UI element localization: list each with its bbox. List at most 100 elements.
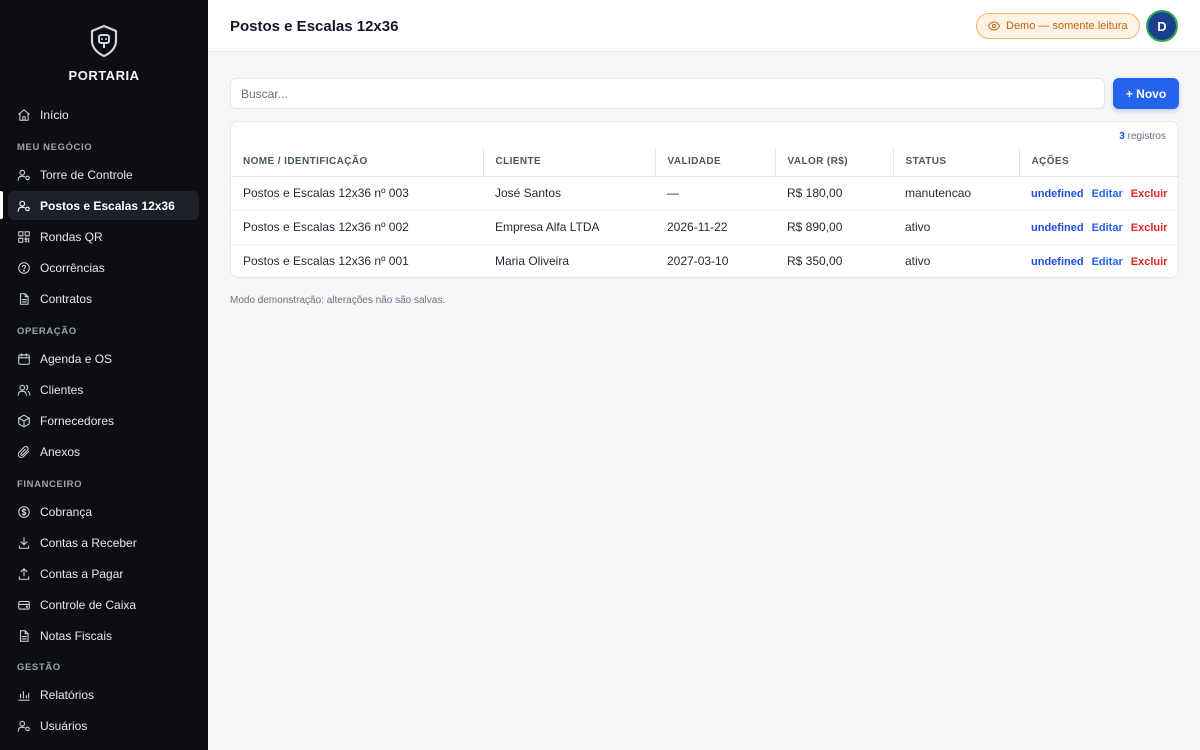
sidebar-item-label: Contas a Pagar <box>40 566 124 581</box>
sidebar-item-contas-a-pagar[interactable]: Contas a Pagar <box>8 559 199 588</box>
brand-name: PORTARIA <box>68 68 140 83</box>
user-gear-icon <box>17 199 31 213</box>
users-icon <box>17 383 31 397</box>
cell-status: ativo <box>905 254 931 269</box>
sidebar-item-label: Relatórios <box>40 687 95 702</box>
demo-badge-label: Demo — somente leitura <box>1006 20 1128 32</box>
cell-actions: undefined Editar Excluir <box>1019 244 1178 277</box>
sidebar-item-fornecedores[interactable]: Fornecedores <box>8 406 199 435</box>
sidebar-item-label: Início <box>40 107 69 122</box>
sidebar-item-label: Postos e Escalas 12x36 <box>40 198 175 213</box>
demo-mode-note: Modo demonstração: alterações não são sa… <box>230 295 446 306</box>
record-count-number: 3 <box>1119 131 1125 142</box>
column-header-value[interactable]: VALOR (R$) <box>775 148 894 177</box>
top-header: Postos e Escalas 12x36 Demo — somente le… <box>208 0 1200 52</box>
delete-link[interactable]: Excluir <box>1131 188 1168 200</box>
column-header-validity[interactable]: VALIDADE <box>655 148 776 177</box>
sidebar-item-label: Anexos <box>40 444 81 459</box>
record-count-label: registros <box>1127 131 1166 142</box>
cell-name: Postos e Escalas 12x36 nº 003 <box>231 176 483 211</box>
sidebar-item-label: Agenda e OS <box>40 351 113 366</box>
sidebar-item-agenda-e-os[interactable]: Agenda e OS <box>8 344 199 373</box>
edit-link[interactable]: Editar <box>1092 222 1123 234</box>
cell-name: Postos e Escalas 12x36 nº 002 <box>231 210 483 245</box>
sidebar-item-label: Contas a Receber <box>40 535 137 550</box>
shield-logo-icon <box>90 24 118 58</box>
column-header-client[interactable]: CLIENTE <box>483 148 656 177</box>
sidebar-item-postos-e-escalas[interactable]: Postos e Escalas 12x36 <box>8 191 199 220</box>
section-title-financeiro: FINANCEIRO <box>17 479 83 490</box>
upload-icon <box>17 567 31 581</box>
brand: PORTARIA <box>0 24 208 83</box>
cell-validity: 2027-03-10 <box>667 254 729 269</box>
sidebar-item-label: Torre de Controle <box>40 167 133 182</box>
edit-link[interactable]: Editar <box>1092 188 1123 200</box>
sidebar-item-cobranca[interactable]: Cobrança <box>8 497 199 526</box>
document-icon <box>17 629 31 643</box>
sidebar-item-clientes[interactable]: Clientes <box>8 375 199 404</box>
sidebar-item-label: Controle de Caixa <box>40 597 137 612</box>
section-title-gestao: GESTÃO <box>17 662 61 673</box>
table-row: Postos e Escalas 12x36 nº 003 José Santo… <box>231 176 1178 211</box>
table-row: Postos e Escalas 12x36 nº 001 Maria Oliv… <box>231 244 1178 277</box>
sidebar-item-usuarios[interactable]: Usuários <box>8 711 199 740</box>
sidebar-item-notas-fiscais[interactable]: Notas Fiscais <box>8 621 199 650</box>
sidebar-item-label: Usuários <box>40 718 88 733</box>
sidebar-item-contratos[interactable]: Contratos <box>8 284 199 313</box>
column-header-actions: AÇÕES <box>1019 148 1178 177</box>
delete-link[interactable]: Excluir <box>1131 222 1168 234</box>
view-link[interactable]: undefined <box>1031 256 1084 268</box>
user-gear-icon <box>17 168 31 182</box>
cell-value: R$ 180,00 <box>775 176 893 211</box>
bar-chart-icon <box>17 688 31 702</box>
sidebar-item-rondas-qr[interactable]: Rondas QR <box>8 222 199 251</box>
download-icon <box>17 536 31 550</box>
sidebar-item-inicio[interactable]: Início <box>8 100 199 129</box>
cell-validity: — <box>655 176 775 211</box>
new-button[interactable]: + Novo <box>1113 78 1179 109</box>
record-count: 3 registros <box>1119 131 1166 142</box>
column-header-name[interactable]: NOME / IDENTIFICAÇÃO <box>231 148 484 177</box>
records-card: 3 registros NOME / IDENTIFICAÇÃO CLIENTE… <box>230 121 1179 278</box>
search-input[interactable] <box>230 78 1105 109</box>
cell-validity: 2026-11-22 <box>655 210 775 245</box>
sidebar-item-relatorios[interactable]: Relatórios <box>8 680 199 709</box>
cell-client: Maria Oliveira <box>495 254 570 269</box>
eye-icon <box>988 21 1000 31</box>
section-title-operacao: OPERAÇÃO <box>17 326 77 337</box>
sidebar-item-label: Fornecedores <box>40 413 115 428</box>
edit-link[interactable]: Editar <box>1092 256 1123 268</box>
sidebar-item-contas-a-receber[interactable]: Contas a Receber <box>8 528 199 557</box>
view-link[interactable]: undefined <box>1031 222 1084 234</box>
cell-status: manutencao <box>893 176 1019 211</box>
cell-actions: undefined Editar Excluir <box>1019 176 1178 211</box>
sidebar-item-label: Contratos <box>40 291 93 306</box>
sidebar-item-ocorrencias[interactable]: Ocorrências <box>8 253 199 282</box>
sidebar-item-torre-de-controle[interactable]: Torre de Controle <box>8 160 199 189</box>
paperclip-icon <box>17 445 31 459</box>
sidebar-item-label: Ocorrências <box>40 260 105 275</box>
delete-link[interactable]: Excluir <box>1131 256 1168 268</box>
view-link[interactable]: undefined <box>1031 188 1084 200</box>
sidebar-item-controle-de-caixa[interactable]: Controle de Caixa <box>8 590 199 619</box>
sidebar-item-anexos[interactable]: Anexos <box>8 437 199 466</box>
column-header-status[interactable]: STATUS <box>893 148 1020 177</box>
cash-register-icon <box>17 598 31 612</box>
cell-value: R$ 350,00 <box>787 254 843 269</box>
sidebar-item-label: Cobrança <box>40 504 93 519</box>
avatar[interactable]: D <box>1146 10 1178 42</box>
sidebar-item-label: Rondas QR <box>40 229 103 244</box>
table-header-row: NOME / IDENTIFICAÇÃO CLIENTE VALIDADE VA… <box>231 148 1178 177</box>
box-icon <box>17 414 31 428</box>
cell-actions: undefined Editar Excluir <box>1019 210 1178 245</box>
page-title: Postos e Escalas 12x36 <box>230 18 399 35</box>
qr-icon <box>17 230 31 244</box>
user-gear-icon <box>17 719 31 733</box>
calendar-icon <box>17 352 31 366</box>
sidebar-item-label: Clientes <box>40 382 84 397</box>
dollar-circle-icon <box>17 505 31 519</box>
cell-client: José Santos <box>483 176 655 211</box>
cell-name: Postos e Escalas 12x36 nº 001 <box>243 254 409 269</box>
active-indicator <box>0 191 3 219</box>
demo-badge: Demo — somente leitura <box>976 13 1140 39</box>
